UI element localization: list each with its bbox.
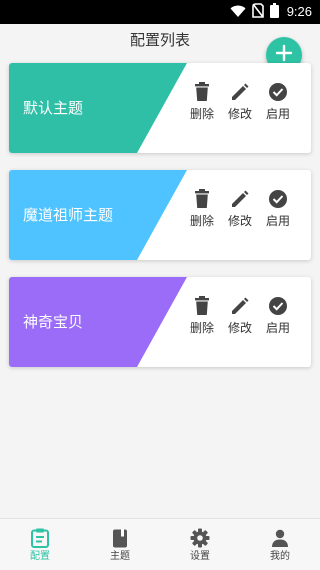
status-icons: 9:26 <box>230 2 312 22</box>
no-sim-icon <box>251 2 264 22</box>
delete-label: 删除 <box>189 107 214 121</box>
nav-label-theme: 主题 <box>110 551 130 562</box>
enable-button[interactable]: 启用 <box>259 295 297 335</box>
nav-item-settings[interactable]: 设置 <box>160 519 240 570</box>
enable-label: 启用 <box>265 214 290 228</box>
edit-label: 修改 <box>227 321 252 335</box>
config-list-icon <box>30 528 50 548</box>
edit-button[interactable]: 修改 <box>221 295 259 335</box>
delete-button[interactable]: 删除 <box>183 295 221 335</box>
config-name: 神奇宝贝 <box>23 313 84 331</box>
nav-item-config[interactable]: 配置 <box>0 519 80 570</box>
check-circle-icon <box>267 188 289 210</box>
edit-button[interactable]: 修改 <box>221 188 259 228</box>
nav-item-profile[interactable]: 我的 <box>240 519 320 570</box>
pencil-icon <box>229 81 251 103</box>
edit-label: 修改 <box>227 214 252 228</box>
config-card[interactable]: 神奇宝贝 删除 修改 启用 <box>9 277 311 367</box>
nav-item-theme[interactable]: 主题 <box>80 519 160 570</box>
config-name: 魔道祖师主题 <box>23 206 114 224</box>
nav-label-profile: 我的 <box>270 551 290 562</box>
pencil-icon <box>229 188 251 210</box>
trash-icon <box>191 295 213 317</box>
delete-label: 删除 <box>189 321 214 335</box>
delete-button[interactable]: 删除 <box>183 188 221 228</box>
delete-button[interactable]: 删除 <box>183 81 221 121</box>
enable-button[interactable]: 启用 <box>259 188 297 228</box>
trash-icon <box>191 188 213 210</box>
delete-label: 删除 <box>189 214 214 228</box>
enable-label: 启用 <box>265 321 290 335</box>
config-name: 默认主题 <box>23 99 84 117</box>
wifi-icon <box>230 3 246 22</box>
enable-button[interactable]: 启用 <box>259 81 297 121</box>
edit-label: 修改 <box>227 107 252 121</box>
book-icon <box>110 528 130 548</box>
battery-icon <box>269 2 279 22</box>
enable-label: 启用 <box>265 107 290 121</box>
nav-label-config: 配置 <box>30 551 50 562</box>
gear-icon <box>190 528 210 548</box>
config-card[interactable]: 默认主题 删除 修改 启用 <box>9 63 311 153</box>
status-bar: 9:26 <box>0 0 320 24</box>
bottom-nav: 配置 主题 设置 我的 <box>0 518 320 570</box>
check-circle-icon <box>267 295 289 317</box>
pencil-icon <box>229 295 251 317</box>
edit-button[interactable]: 修改 <box>221 81 259 121</box>
status-time: 9:26 <box>286 4 312 19</box>
check-circle-icon <box>267 81 289 103</box>
nav-label-settings: 设置 <box>190 551 210 562</box>
trash-icon <box>191 81 213 103</box>
config-card[interactable]: 魔道祖师主题 删除 修改 启用 <box>9 170 311 260</box>
person-icon <box>270 528 290 548</box>
